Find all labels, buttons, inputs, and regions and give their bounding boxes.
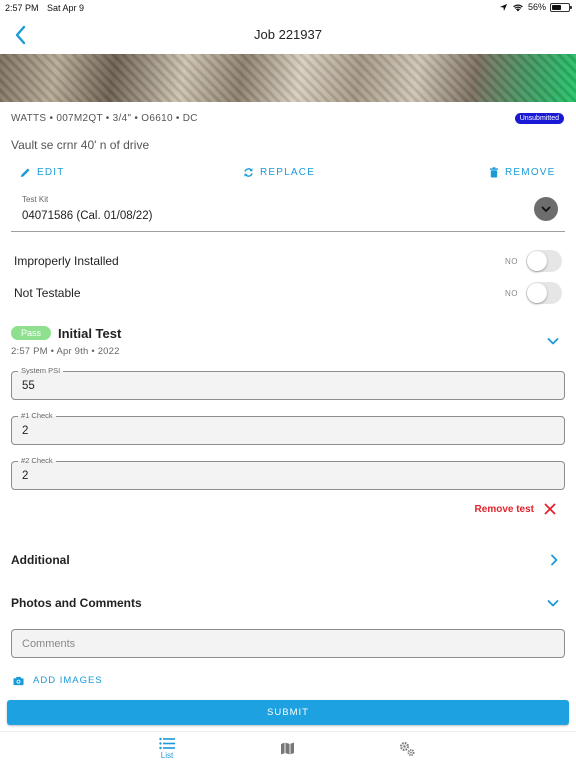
improperly-installed-label: Improperly Installed bbox=[14, 254, 119, 268]
remove-label: REMOVE bbox=[505, 167, 556, 178]
toggle-knob bbox=[527, 283, 547, 303]
check-1-field[interactable]: #1 Check 2 bbox=[11, 411, 565, 445]
test-kit-value: 04071586 (Cal. 01/08/22) bbox=[22, 210, 153, 222]
status-time: 2:57 PM bbox=[5, 3, 39, 13]
improperly-installed-state: NO bbox=[505, 257, 518, 266]
not-testable-row: Not Testable NO bbox=[14, 282, 562, 306]
status-badge: Unsubmitted bbox=[514, 113, 564, 124]
check-2-label: #2 Check bbox=[18, 456, 56, 465]
submit-button[interactable]: SUBMIT bbox=[7, 700, 569, 725]
battery-percent: 56% bbox=[527, 2, 546, 12]
tab-bar: List bbox=[0, 731, 576, 768]
test-kit-label: Test Kit bbox=[22, 195, 49, 204]
status-date: Sat Apr 9 bbox=[47, 3, 85, 13]
pass-badge: Pass bbox=[11, 326, 52, 340]
camera-icon bbox=[13, 676, 24, 685]
wifi-icon bbox=[513, 4, 523, 11]
trash-icon bbox=[489, 167, 499, 178]
improperly-installed-toggle[interactable] bbox=[526, 250, 562, 272]
system-psi-label: System PSI bbox=[18, 366, 64, 375]
system-psi-field[interactable]: System PSI 55 bbox=[11, 366, 565, 400]
test-kit-dropdown-button[interactable] bbox=[534, 197, 558, 221]
additional-section-title[interactable]: Additional bbox=[11, 553, 70, 567]
add-images-label: ADD IMAGES bbox=[33, 675, 103, 686]
comments-field[interactable] bbox=[11, 629, 565, 658]
pencil-icon bbox=[20, 168, 30, 178]
not-testable-label: Not Testable bbox=[14, 286, 81, 300]
device-location: Vault se crnr 40' n of drive bbox=[11, 138, 150, 152]
check-2-value: 2 bbox=[22, 470, 29, 482]
device-photo[interactable] bbox=[0, 54, 576, 102]
tab-list[interactable]: List bbox=[159, 737, 175, 760]
check-2-field[interactable]: #2 Check 2 bbox=[11, 456, 565, 490]
gear-icon bbox=[399, 741, 415, 756]
tab-settings[interactable] bbox=[399, 741, 416, 757]
test-collapse-chevron-icon[interactable] bbox=[546, 334, 560, 348]
add-images-button[interactable]: ADD IMAGES bbox=[13, 675, 103, 686]
remove-test-label: Remove test bbox=[474, 503, 534, 515]
status-bar: 2:57 PM Sat Apr 9 56% bbox=[0, 0, 576, 16]
remove-button[interactable]: REMOVE bbox=[489, 167, 556, 178]
chevron-down-icon[interactable] bbox=[546, 596, 560, 610]
replace-button[interactable]: REPLACE bbox=[243, 167, 315, 178]
replace-label: REPLACE bbox=[260, 167, 316, 178]
check-1-label: #1 Check bbox=[18, 411, 56, 420]
list-icon bbox=[159, 737, 175, 750]
remove-test-button[interactable]: Remove test bbox=[475, 503, 556, 515]
test-kit-select[interactable]: Test Kit 04071586 (Cal. 01/08/22) bbox=[11, 191, 565, 232]
map-icon bbox=[281, 742, 294, 755]
check-1-value: 2 bbox=[22, 425, 29, 437]
edit-label: EDIT bbox=[37, 167, 65, 178]
toggle-knob bbox=[527, 251, 547, 271]
system-psi-value: 55 bbox=[22, 380, 35, 392]
navigation-bar: Job 221937 bbox=[0, 16, 576, 54]
test-timestamp: 2:57 PM • Apr 9th • 2022 bbox=[11, 346, 120, 357]
close-icon bbox=[544, 503, 556, 515]
chevron-right-icon[interactable] bbox=[548, 553, 560, 567]
tab-map[interactable] bbox=[280, 741, 295, 756]
not-testable-state: NO bbox=[505, 289, 518, 298]
edit-button[interactable]: EDIT bbox=[20, 167, 65, 178]
tab-list-label: List bbox=[160, 751, 174, 760]
battery-icon bbox=[550, 2, 572, 12]
improperly-installed-row: Improperly Installed NO bbox=[14, 250, 562, 274]
photos-comments-section-title[interactable]: Photos and Comments bbox=[11, 596, 142, 610]
status-right: 56% bbox=[499, 2, 572, 12]
not-testable-toggle[interactable] bbox=[526, 282, 562, 304]
chevron-down-icon bbox=[541, 206, 551, 212]
location-arrow-icon bbox=[499, 3, 508, 11]
comments-input[interactable] bbox=[12, 630, 564, 657]
battery-fill bbox=[552, 4, 561, 10]
test-title: Initial Test bbox=[58, 326, 122, 341]
device-specs: WATTS • 007M2QT • 3/4" • O6610 • DC bbox=[11, 113, 198, 124]
refresh-icon bbox=[244, 168, 253, 177]
page-title: Job 221937 bbox=[254, 27, 322, 42]
